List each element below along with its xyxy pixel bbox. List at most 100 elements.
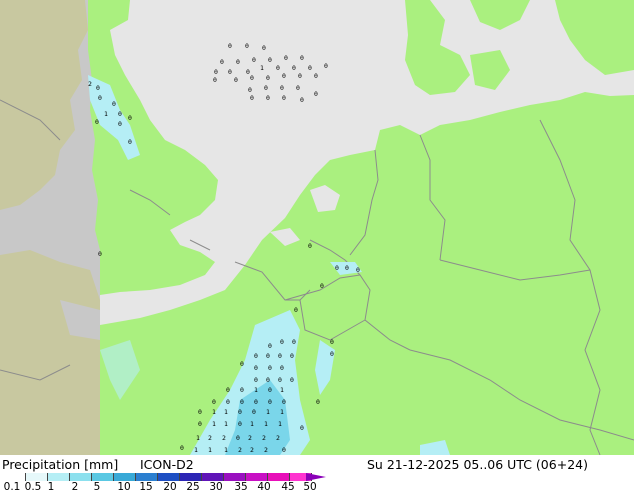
legend-tick-label: 2: [71, 481, 79, 493]
svg-text:1: 1: [212, 408, 216, 416]
svg-text:0: 0: [98, 250, 102, 258]
svg-text:0: 0: [300, 54, 304, 62]
svg-text:0: 0: [280, 364, 284, 372]
legend-swatch: [4, 473, 26, 481]
svg-text:0: 0: [316, 398, 320, 406]
svg-text:0: 0: [118, 120, 122, 128]
svg-text:0: 0: [228, 68, 232, 76]
svg-text:0: 0: [254, 352, 258, 360]
legend-tick-label: 40: [257, 481, 271, 493]
svg-text:0: 0: [240, 386, 244, 394]
legend-swatch: [26, 473, 48, 481]
svg-text:0: 0: [98, 94, 102, 102]
svg-text:0: 0: [290, 352, 294, 360]
svg-text:0: 0: [290, 376, 294, 384]
svg-text:0: 0: [330, 350, 334, 358]
svg-text:0: 0: [254, 376, 258, 384]
legend-tick-label: 0.1: [3, 481, 21, 493]
svg-text:0: 0: [300, 424, 304, 432]
legend-swatch: [114, 473, 136, 481]
svg-text:0: 0: [228, 42, 232, 50]
svg-text:0: 0: [266, 352, 270, 360]
svg-text:1: 1: [260, 64, 264, 72]
legend-swatch: [92, 473, 114, 481]
svg-text:0: 0: [276, 64, 280, 72]
svg-text:0: 0: [214, 68, 218, 76]
legend-swatch: [158, 473, 180, 481]
svg-text:1: 1: [224, 446, 228, 454]
svg-text:0: 0: [335, 264, 339, 272]
legend-tick-label: 35: [234, 481, 248, 493]
svg-text:0: 0: [250, 74, 254, 82]
precipitation-map: 000 000000 00010000 0000000 0000 00000 2…: [0, 0, 634, 455]
svg-text:0: 0: [252, 408, 256, 416]
legend-tick-label: 30: [209, 481, 223, 493]
legend-swatch: [202, 473, 224, 481]
svg-text:1: 1: [254, 386, 258, 394]
svg-text:0: 0: [292, 338, 296, 346]
legend-swatch: [70, 473, 92, 481]
svg-text:0: 0: [292, 64, 296, 72]
svg-text:0: 0: [180, 444, 184, 452]
svg-text:0: 0: [266, 94, 270, 102]
svg-text:0: 0: [240, 398, 244, 406]
svg-text:0: 0: [226, 398, 230, 406]
legend-tick-label: 45: [281, 481, 295, 493]
legend-swatch: [180, 473, 202, 481]
svg-text:2: 2: [250, 446, 254, 454]
legend-color-bar: [4, 473, 312, 481]
svg-text:1: 1: [224, 408, 228, 416]
svg-text:1: 1: [104, 110, 108, 118]
svg-text:0: 0: [254, 398, 258, 406]
svg-text:0: 0: [240, 360, 244, 368]
legend-tick-label: 20: [163, 481, 177, 493]
svg-text:0: 0: [268, 398, 272, 406]
svg-text:0: 0: [112, 100, 116, 108]
svg-text:1: 1: [212, 420, 216, 428]
svg-text:0: 0: [254, 364, 258, 372]
svg-text:1: 1: [194, 446, 198, 454]
svg-text:0: 0: [262, 44, 266, 52]
legend-swatch: [48, 473, 70, 481]
svg-text:0: 0: [236, 434, 240, 442]
svg-text:0: 0: [324, 62, 328, 70]
svg-text:0: 0: [268, 364, 272, 372]
legend-title: Precipitation [mm]: [2, 457, 119, 472]
svg-text:2: 2: [208, 434, 212, 442]
valid-time: Su 21-12-2025 05..06 UTC (06+24): [367, 457, 588, 472]
legend-swatch: [224, 473, 246, 481]
svg-text:0: 0: [298, 72, 302, 80]
svg-text:0: 0: [250, 94, 254, 102]
svg-text:1: 1: [264, 420, 268, 428]
svg-text:0: 0: [282, 72, 286, 80]
svg-text:0: 0: [238, 420, 242, 428]
svg-text:0: 0: [268, 342, 272, 350]
svg-text:2: 2: [264, 446, 268, 454]
svg-text:1: 1: [250, 420, 254, 428]
svg-text:2: 2: [248, 434, 252, 442]
legend-tick-label: 50: [303, 481, 317, 493]
svg-text:0: 0: [280, 338, 284, 346]
outside-domain: [0, 0, 100, 455]
legend-swatch: [246, 473, 268, 481]
svg-text:0: 0: [266, 74, 270, 82]
svg-text:0: 0: [300, 96, 304, 104]
svg-text:0: 0: [314, 72, 318, 80]
svg-text:0: 0: [264, 84, 268, 92]
svg-text:1: 1: [208, 446, 212, 454]
svg-text:0: 0: [128, 138, 132, 146]
svg-text:0: 0: [268, 386, 272, 394]
svg-text:0: 0: [356, 266, 360, 274]
svg-text:0: 0: [234, 76, 238, 84]
svg-text:0: 0: [282, 398, 286, 406]
legend-swatch: [268, 473, 290, 481]
legend-tick-label: 15: [139, 481, 153, 493]
svg-text:0: 0: [95, 118, 99, 126]
svg-text:0: 0: [213, 76, 217, 84]
svg-text:1: 1: [278, 420, 282, 428]
svg-text:0: 0: [198, 420, 202, 428]
svg-text:0: 0: [278, 352, 282, 360]
svg-text:1: 1: [266, 408, 270, 416]
svg-text:1: 1: [224, 420, 228, 428]
svg-text:1: 1: [280, 408, 284, 416]
